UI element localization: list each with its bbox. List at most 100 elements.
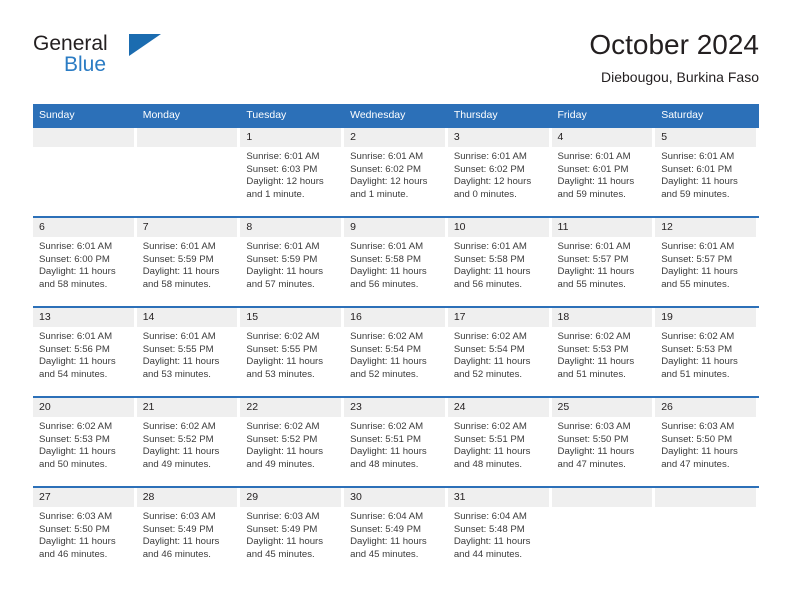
sunset-text: Sunset: 6:01 PM [661,163,733,175]
day-cell-content: 2 Sunrise: 6:01 AM Sunset: 6:02 PM Daylight… [344,128,448,216]
day-cell-content: 26 Sunrise: 6:03 AM Sunset: 5:50 PM Dayligh… [655,398,759,486]
sunrise-text: Sunrise: 6:04 AM [453,511,527,522]
daylight-text-line2: and 44 minutes. [453,548,523,560]
calendar-day-cell[interactable]: 29 Sunrise: 6:03 AM Sunset: 5:49 PM Dayligh… [240,486,345,576]
calendar-day-cell[interactable]: 10 Sunrise: 6:01 AM Sunset: 5:58 PM Dayligh… [447,216,552,307]
daylight-text-line1: Daylight: 11 hours [557,266,635,278]
day-number: 11 [551,218,653,237]
daylight-text-line2: and 54 minutes. [39,368,108,380]
calendar-day-cell[interactable]: 7 Sunrise: 6:01 AM Sunset: 5:59 PM Daylight… [136,216,241,307]
day-sun-info: Sunrise: 6:01 AM Sunset: 5:57 PM Daylight:… [655,237,759,291]
calendar-day-cell[interactable]: 5 Sunrise: 6:01 AM Sunset: 6:01 PM Daylight… [655,126,759,217]
day-sun-info: Sunrise: 6:02 AM Sunset: 5:55 PM Daylight:… [240,327,344,381]
day-number: 17 [447,308,549,327]
calendar-day-cell[interactable]: 6 Sunrise: 6:01 AM Sunset: 6:00 PM Daylight… [33,216,137,307]
day-number: 10 [447,218,549,237]
calendar-day-cell[interactable]: 30 Sunrise: 6:04 AM Sunset: 5:49 PM Dayligh… [344,486,448,576]
calendar-week-row: 20 Sunrise: 6:02 AM Sunset: 5:53 PM Dayligh… [33,396,759,487]
daylight-text-line1: Daylight: 11 hours [39,536,116,548]
day-sun-info: Sunrise: 6:01 AM Sunset: 6:02 PM Daylight:… [344,147,448,201]
day-cell-content: 1 Sunrise: 6:01 AM Sunset: 6:03 PM Daylight… [240,128,344,216]
day-cell-content: 8 Sunrise: 6:01 AM Sunset: 5:59 PM Daylight… [240,218,344,306]
calendar-day-cell[interactable]: 13 Sunrise: 6:01 AM Sunset: 5:56 PM Dayligh… [33,306,137,397]
daylight-text-line1: Daylight: 12 hours [350,176,428,188]
calendar-day-cell[interactable]: 25 Sunrise: 6:03 AM Sunset: 5:50 PM Dayligh… [551,396,656,487]
daylight-text-line1: Daylight: 11 hours [39,356,116,368]
daylight-text-line2: and 47 minutes. [557,458,626,470]
calendar-day-cell[interactable]: 19 Sunrise: 6:02 AM Sunset: 5:53 PM Dayligh… [655,306,759,397]
day-cell-content [655,488,759,576]
day-sun-info: Sunrise: 6:02 AM Sunset: 5:52 PM Daylight:… [240,417,344,471]
sunset-text: Sunset: 5:53 PM [39,433,110,445]
sunrise-text: Sunrise: 6:01 AM [661,151,735,162]
daylight-text-line2: and 59 minutes. [557,188,626,200]
calendar-day-cell[interactable]: 3 Sunrise: 6:01 AM Sunset: 6:02 PM Daylight… [447,126,552,217]
sunrise-text: Sunrise: 6:01 AM [557,151,631,162]
daylight-text-line1: Daylight: 11 hours [350,446,427,458]
calendar-day-cell[interactable]: 4 Sunrise: 6:01 AM Sunset: 6:01 PM Daylight… [551,126,656,217]
calendar-day-cell-empty [655,486,759,576]
calendar-day-cell[interactable]: 15 Sunrise: 6:02 AM Sunset: 5:55 PM Dayligh… [240,306,345,397]
calendar-day-cell[interactable]: 18 Sunrise: 6:02 AM Sunset: 5:53 PM Dayligh… [551,306,656,397]
calendar-day-cell[interactable]: 9 Sunrise: 6:01 AM Sunset: 5:58 PM Daylight… [344,216,448,307]
sunrise-text: Sunrise: 6:02 AM [142,421,216,432]
daylight-text-line2: and 53 minutes. [246,368,315,380]
sunrise-text: Sunrise: 6:03 AM [557,421,631,432]
calendar-day-cell[interactable]: 16 Sunrise: 6:02 AM Sunset: 5:54 PM Dayligh… [344,306,448,397]
calendar-day-cell[interactable]: 12 Sunrise: 6:01 AM Sunset: 5:57 PM Dayligh… [655,216,759,307]
calendar-day-cell[interactable]: 11 Sunrise: 6:01 AM Sunset: 5:57 PM Dayligh… [551,216,656,307]
day-sun-info: Sunrise: 6:01 AM Sunset: 5:56 PM Daylight:… [33,327,137,381]
day-number: 15 [240,308,342,327]
day-sun-info: Sunrise: 6:03 AM Sunset: 5:50 PM Daylight:… [655,417,759,471]
day-cell-content: 17 Sunrise: 6:02 AM Sunset: 5:54 PM Dayligh… [447,308,552,396]
day-cell-content: 11 Sunrise: 6:01 AM Sunset: 5:57 PM Dayligh… [551,218,656,306]
calendar-day-cell[interactable]: 8 Sunrise: 6:01 AM Sunset: 5:59 PM Daylight… [240,216,345,307]
calendar-day-cell[interactable]: 17 Sunrise: 6:02 AM Sunset: 5:54 PM Dayligh… [447,306,552,397]
calendar-day-cell[interactable]: 26 Sunrise: 6:03 AM Sunset: 5:50 PM Dayligh… [655,396,759,487]
calendar-day-cell[interactable]: 1 Sunrise: 6:01 AM Sunset: 6:03 PM Daylight… [240,126,345,217]
calendar-day-cell[interactable]: 27 Sunrise: 6:03 AM Sunset: 5:50 PM Dayligh… [33,486,137,576]
calendar-day-cell[interactable]: 22 Sunrise: 6:02 AM Sunset: 5:52 PM Dayligh… [240,396,345,487]
day-number: 5 [655,128,756,147]
sunset-text: Sunset: 5:59 PM [142,253,214,265]
calendar-day-cell[interactable]: 21 Sunrise: 6:02 AM Sunset: 5:52 PM Dayligh… [136,396,241,487]
sunrise-text: Sunrise: 6:02 AM [39,421,113,432]
calendar-day-cell[interactable]: 31 Sunrise: 6:04 AM Sunset: 5:48 PM Dayligh… [447,486,552,576]
day-cell-content: 18 Sunrise: 6:02 AM Sunset: 5:53 PM Dayligh… [551,308,656,396]
sunrise-text: Sunrise: 6:02 AM [246,331,320,342]
sunset-text: Sunset: 5:49 PM [350,523,422,535]
sunset-text: Sunset: 6:02 PM [350,163,422,175]
day-number: 7 [136,218,238,237]
sunrise-text: Sunrise: 6:02 AM [453,331,527,342]
calendar-day-cell[interactable]: 24 Sunrise: 6:02 AM Sunset: 5:51 PM Dayligh… [447,396,552,487]
day-cell-content: 13 Sunrise: 6:01 AM Sunset: 5:56 PM Dayligh… [33,308,137,396]
calendar-day-cell[interactable]: 14 Sunrise: 6:01 AM Sunset: 5:55 PM Dayligh… [136,306,241,397]
sunrise-sunset-calendar: Sunday Monday Tuesday Wednesday Thursday… [33,104,759,576]
day-number: 23 [344,398,445,417]
day-number: 6 [33,218,134,237]
day-cell-content: 15 Sunrise: 6:02 AM Sunset: 5:55 PM Dayligh… [240,308,344,396]
logo-text-blue: Blue [64,53,107,76]
calendar-day-cell[interactable]: 20 Sunrise: 6:02 AM Sunset: 5:53 PM Dayligh… [33,396,137,487]
calendar-day-cell[interactable]: 23 Sunrise: 6:02 AM Sunset: 5:51 PM Dayligh… [344,396,448,487]
daylight-text-line2: and 45 minutes. [350,548,419,560]
sunrise-text: Sunrise: 6:01 AM [661,241,735,252]
day-cell-content [136,128,241,216]
day-sun-info: Sunrise: 6:03 AM Sunset: 5:50 PM Daylight:… [552,417,656,471]
calendar-day-cell[interactable]: 2 Sunrise: 6:01 AM Sunset: 6:02 PM Daylight… [344,126,448,217]
calendar-day-cell[interactable]: 28 Sunrise: 6:03 AM Sunset: 5:49 PM Dayligh… [136,486,241,576]
day-cell-content: 5 Sunrise: 6:01 AM Sunset: 6:01 PM Daylight… [655,128,759,216]
sunrise-text: Sunrise: 6:02 AM [246,421,320,432]
sunrise-text: Sunrise: 6:01 AM [453,151,527,162]
daylight-text-line2: and 58 minutes. [142,278,211,290]
general-blue-logo[interactable]: General Blue [33,32,233,90]
day-cell-content: 25 Sunrise: 6:03 AM Sunset: 5:50 PM Dayligh… [551,398,656,486]
sunset-text: Sunset: 5:53 PM [661,343,733,355]
daylight-text-line2: and 1 minute. [246,188,305,200]
daylight-text-line2: and 50 minutes. [39,458,108,470]
day-number: 21 [136,398,238,417]
day-sun-info: Sunrise: 6:02 AM Sunset: 5:52 PM Daylight:… [137,417,241,471]
day-sun-info: Sunrise: 6:02 AM Sunset: 5:54 PM Daylight:… [448,327,552,381]
day-number: 16 [344,308,445,327]
day-sun-info: Sunrise: 6:01 AM Sunset: 5:59 PM Daylight:… [240,237,344,291]
